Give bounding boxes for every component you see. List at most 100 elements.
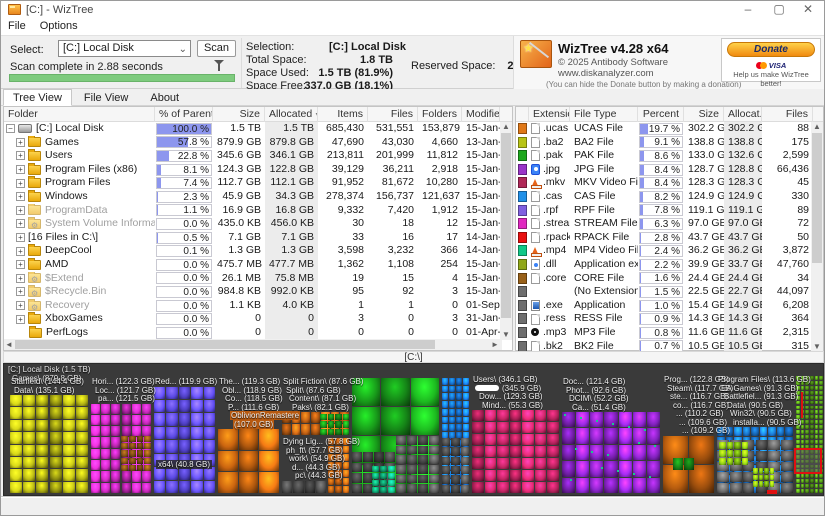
minimize-button[interactable]: – (734, 1, 762, 19)
table-row[interactable]: .pak PAK File 8.6 % 133.0 GB132.6 GB 2,599 (516, 149, 813, 163)
table-row[interactable]: + ⚙ System Volume Information 0.0 % 435.0 KB… (4, 217, 502, 231)
menu-item-file[interactable]: File (1, 19, 33, 33)
scroll-left-icon[interactable]: ◄ (4, 339, 14, 350)
column-header-extension[interactable]: Extension (529, 107, 570, 122)
files-cell: 3,872 (782, 244, 809, 257)
expand-icon[interactable]: + (16, 137, 25, 147)
scan-button[interactable]: Scan (197, 40, 236, 57)
table-row[interactable]: .exe Application 1.0 % 15.4 GB14.9 GB 6,208 (516, 298, 813, 313)
column-header-percent[interactable]: Percent (638, 107, 684, 122)
filter-funnel-icon[interactable] (214, 60, 224, 71)
tab-file-view[interactable]: File View (74, 89, 138, 106)
tab-tree-view[interactable]: Tree View (3, 89, 72, 106)
table-row[interactable]: + Program Files (x86) 8.1 % 124.3 GB 122.8 G… (4, 162, 502, 177)
scroll-up-icon[interactable]: ▲ (811, 122, 823, 132)
treemap-region-red-mods[interactable]: Red... (119.9 GB) (154, 377, 217, 494)
expand-icon[interactable]: + (16, 192, 25, 202)
scroll-right-icon[interactable]: ► (490, 339, 500, 350)
table-row[interactable]: .ress RESS File 0.9 % 14.3 GB14.3 GB 364 (516, 312, 813, 326)
table-row[interactable]: + Users 22.8 % 345.6 GB 346.1 GB 213,811 201,9… (4, 149, 502, 163)
treemap-region-split-fiction[interactable]: Split Fiction\ (87.6 GB) Split\ (87.6 GB)… (282, 377, 363, 436)
drive-dropdown[interactable]: [C:] Local Disk ⌄ (58, 40, 191, 57)
table-row[interactable]: .dll Application exte 2.2 % 39.9 GB33.7 GB 4… (516, 257, 813, 272)
expand-icon[interactable]: + (16, 260, 25, 270)
scrollbar-thumb[interactable] (501, 133, 511, 318)
menu-item-options[interactable]: Options (33, 19, 85, 33)
column-header--of-parent[interactable]: % of Parent (155, 107, 213, 122)
extension-vertical-scrollbar[interactable]: ▲ ▼ (811, 122, 823, 352)
table-row[interactable]: .rpf RPF File 7.8 % 119.1 GB119.1 GB 89 (516, 203, 813, 218)
expand-icon[interactable]: + (16, 178, 25, 188)
table-row[interactable]: .strear STREAM File 6.3 % 97.0 GB97.0 GB 72 (516, 217, 813, 231)
table-row[interactable]: + XboxGames 0.0 % 0 0 3 0 3 31-Jan- (4, 312, 502, 326)
table-row[interactable]: .cas CAS File 8.2 % 124.9 GB124.9 GB 330 (516, 189, 813, 204)
treemap-selection-box[interactable] (794, 448, 822, 474)
table-row[interactable]: .ucas UCAS File 19.7 % 302.2 GB302.2 GB 88 (516, 122, 813, 136)
treemap-region-users[interactable]: Users\ (346.1 GB) (345.9 GB) Dow... (129.3… (472, 375, 560, 494)
scroll-up-icon[interactable]: ▲ (500, 122, 512, 132)
collapse-icon[interactable]: − (6, 124, 15, 134)
treemap-region-steam[interactable]: Prog... (122.8 GB) Steam\ (117.7 GB) ste..… (663, 375, 733, 494)
column-header-allocat-[interactable]: Allocat...▼ (724, 107, 762, 122)
column-header-size[interactable]: Size (684, 107, 724, 122)
table-row[interactable]: − [C:] Local Disk 100.0 % 1.5 TB 1.5 TB 685,4… (4, 122, 502, 136)
table-row[interactable]: + ⚙ $Recycle.Bin 0.0 % 984.8 KB 992.0 KB 95 92 3… (4, 285, 502, 299)
expand-icon[interactable]: + (16, 165, 25, 175)
website-link[interactable]: www.diskanalyzer.com (558, 68, 654, 79)
table-row[interactable]: .rpack RPACK File 2.8 % 43.7 GB43.7 GB 50 (516, 230, 813, 245)
treemap-region-green-large[interactable] (352, 378, 440, 494)
column-header-folders[interactable]: Folders (418, 107, 462, 122)
scrollbar-thumb[interactable] (812, 133, 822, 263)
folder-horizontal-scrollbar[interactable]: ◄ ► (4, 339, 502, 350)
column-header-allocated[interactable]: Allocated▼ (265, 107, 318, 122)
column-header-folder[interactable]: Folder (4, 107, 155, 122)
column-header-size[interactable]: Size (213, 107, 265, 122)
maximize-button[interactable]: ▢ (765, 1, 793, 19)
treemap-region-documents[interactable]: Doc... (121.4 GB) Phot... (92.6 GB) DCIM\ … (562, 377, 661, 494)
expand-icon[interactable]: + (16, 301, 25, 311)
table-row[interactable]: PerfLogs 0.0 % 0 0 0 0 0 01-Apr- (4, 325, 502, 340)
expand-icon[interactable]: + (16, 233, 25, 243)
table-row[interactable]: .mkv MKV Video File 8.4 % 128.3 GB128.3 GB 4… (516, 176, 813, 190)
expand-icon[interactable]: + (16, 205, 25, 215)
table-row[interactable]: .ba2 BA2 File 9.1 % 138.8 GB138.8 GB 175 (516, 135, 813, 150)
table-row[interactable]: + Windows 2.3 % 45.9 GB 34.3 GB 278,374 156,73… (4, 189, 502, 204)
expand-icon[interactable]: + (16, 246, 25, 256)
table-row[interactable]: + DeepCool 0.1 % 1.3 GB 1.3 GB 3,598 3,232 366 1… (4, 244, 502, 258)
table-row[interactable]: + ProgramData 1.1 % 16.9 GB 16.8 GB 9,332 7,42… (4, 203, 502, 218)
table-row[interactable]: + ⚙ Recovery 0.0 % 1.1 KB 4.0 KB 1 1 0 01-Sep- (4, 298, 502, 313)
table-row[interactable]: .mp4 MP4 Video File (2.4 % 36.2 GB36.2 GB 3… (516, 244, 813, 258)
treemap-region-oblivion[interactable]: The... (119.3 GB) Obl... (118.9 GB) Co... … (218, 377, 301, 494)
treemap-region-horizon[interactable]: Hori... (122.3 GB) Loc... (121.7 GB) pa...… (91, 377, 156, 494)
column-header-files[interactable]: Files (762, 107, 813, 122)
donate-button[interactable]: Donate (727, 42, 815, 57)
table-row[interactable]: .core CORE File 1.6 % 24.4 GB24.4 GB 34 (516, 271, 813, 286)
expand-icon[interactable]: + (16, 314, 25, 324)
expand-icon[interactable]: + (16, 273, 25, 283)
expand-icon[interactable]: + (16, 219, 25, 229)
table-row[interactable]: + AMD 0.0 % 475.7 MB 477.7 MB 1,362 1,108 254 15… (4, 257, 502, 272)
expand-icon[interactable]: + (16, 287, 25, 297)
column-header-items[interactable]: Items (318, 107, 368, 122)
table-row[interactable]: + [16 Files in C:\] 0.5 % 7.1 GB 7.1 GB 33 16 1… (4, 230, 502, 245)
column-header-file-type[interactable]: File Type (570, 107, 638, 122)
table-row[interactable]: + Games 57.8 % 879.9 GB 879.8 GB 47,690 43,030… (4, 135, 502, 150)
table-row[interactable]: + ⚙ $Extend 0.0 % 26.1 MB 75.8 MB 19 15 4 15-Jan- (4, 271, 502, 286)
tab-about[interactable]: About (140, 89, 189, 106)
close-button[interactable]: ✕ (794, 1, 822, 19)
treemap-canvas[interactable]: [C:] Local Disk (1.5 TB) Games\ (879.8 G… (3, 363, 824, 496)
treemap-region-starfield[interactable]: Starfield\ (144.4 GB) Data\ (135.1 GB) (10, 377, 89, 494)
column-header-modified[interactable]: Modified (462, 107, 500, 122)
treemap-region-dying-light[interactable]: Dying Lig... (57.8 GB) ph_ft\ (57.7 GB) wo… (282, 437, 360, 494)
table-row[interactable]: (No Extension) 1.5 % 22.5 GB22.7 GB 44,097 (516, 285, 813, 299)
table-row[interactable]: .mp3 MP3 File 0.8 % 11.6 GB 11.6 GB 2,315 (516, 325, 813, 340)
treemap-region-program-files[interactable]: Program Files\ (113.6 GB) EA Games\ (91.3… (717, 375, 811, 494)
folder-vertical-scrollbar[interactable]: ▲ ▼ (500, 122, 512, 340)
table-row[interactable]: + Program Files 7.4 % 112.7 GB 112.1 GB 91,95… (4, 176, 502, 190)
table-row[interactable]: .jpg JPG File 8.4 % 128.7 GB128.8 GB 66,436 (516, 162, 813, 177)
scrollbar-thumb[interactable] (15, 340, 435, 349)
expand-icon[interactable]: + (16, 151, 25, 161)
column-header-color[interactable] (516, 107, 529, 122)
column-header-files[interactable]: Files (368, 107, 418, 122)
treemap-region-blue-block[interactable] (442, 378, 470, 494)
